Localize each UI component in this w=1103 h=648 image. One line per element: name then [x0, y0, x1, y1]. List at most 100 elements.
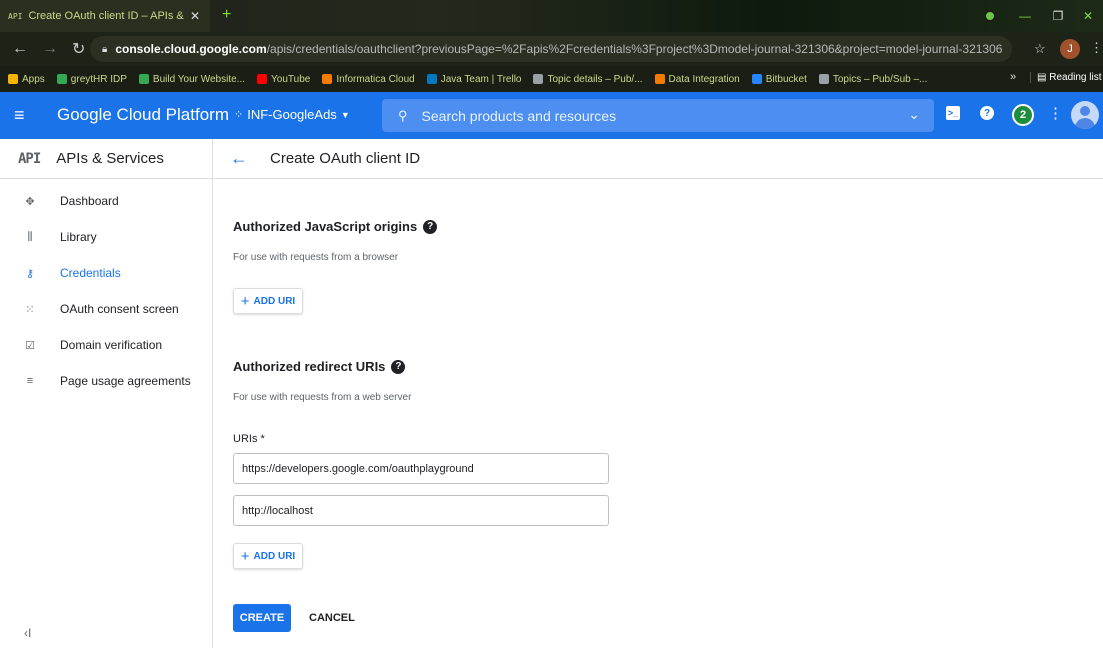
extension-icon[interactable]: [975, 0, 1005, 32]
sidebar-item-dashboard[interactable]: ✥ Dashboard: [0, 183, 212, 219]
search-icon: ⚲: [398, 107, 408, 123]
address-bar-row: ← → ↻ 🔒︎ console.cloud.google.com/apis/c…: [0, 32, 1103, 66]
bookmark-item[interactable]: YouTube: [257, 74, 310, 85]
bookmark-label: Topic details – Pub/...: [547, 73, 643, 85]
bookmark-label: Java Team | Trello: [440, 73, 522, 85]
create-button[interactable]: CREATE: [233, 604, 291, 632]
checkbox-icon: ☑: [25, 339, 35, 352]
redirect-uris-heading: Authorized redirect URIs ?: [233, 359, 406, 374]
sidebar-item-label: Credentials: [60, 266, 121, 280]
project-selector[interactable]: ⁘ INF-GoogleAds ▼: [234, 107, 350, 122]
add-js-origin-button[interactable]: + ADD URI: [233, 288, 303, 314]
lock-icon: 🔒︎: [102, 43, 108, 55]
collapse-sidebar-icon[interactable]: ‹I: [24, 626, 31, 640]
url-field[interactable]: 🔒︎ console.cloud.google.com/apis/credent…: [90, 36, 1012, 62]
url-host: console.cloud.google.com: [115, 42, 267, 56]
bookmark-label: greytHR IDP: [70, 73, 127, 85]
sidebar-item-label: Page usage agreements: [60, 374, 191, 388]
help-icon[interactable]: ?: [423, 219, 438, 234]
minimize-button[interactable]: —: [1010, 0, 1040, 32]
bookmark-item[interactable]: Java Team | Trello: [426, 73, 522, 85]
sidebar-nav: ✥ Dashboard ⫼ Library ⚷ Credentials ⁙ OAuth con…: [0, 179, 212, 399]
cancel-button[interactable]: CANCEL: [309, 604, 355, 632]
redirect-uri-field-1[interactable]: https://developers.google.com/oauthplayg…: [233, 453, 609, 484]
bookmark-star-icon[interactable]: ☆: [1034, 41, 1046, 57]
more-options-icon[interactable]: ⋮: [1048, 104, 1063, 122]
back-nav-icon[interactable]: ←: [12, 40, 30, 58]
uris-label: URIs *: [233, 433, 265, 445]
bookmark-item[interactable]: Apps: [8, 74, 45, 85]
bookmark-icon: [257, 74, 268, 84]
bookmark-item[interactable]: Topic details – Pub/...: [533, 73, 643, 85]
plus-icon: +: [240, 547, 250, 565]
sidebar-item-label: Dashboard: [60, 194, 119, 208]
bookmark-icon: [654, 74, 665, 84]
bookmark-label: Apps: [22, 73, 45, 85]
bookmark-item[interactable]: Topics – Pub/Sub –...: [818, 73, 928, 85]
sidebar-header: API APIs & Services: [0, 139, 212, 179]
new-tab-button[interactable]: +: [222, 6, 231, 24]
reload-icon[interactable]: ↻: [72, 39, 90, 59]
main-content: ← Create OAuth client ID Authorized Java…: [214, 139, 1103, 648]
browser-menu-icon[interactable]: ⋮: [1090, 40, 1103, 56]
bookmark-icon: [533, 74, 544, 84]
bookmark-icon: [138, 74, 149, 84]
help-icon[interactable]: ?: [980, 106, 994, 120]
restore-button[interactable]: ❐: [1043, 0, 1073, 32]
dashboard-icon: ✥: [25, 195, 35, 208]
bookmark-label: Topics – Pub/Sub –...: [832, 73, 928, 85]
more-bookmarks-icon[interactable]: »: [1010, 71, 1016, 83]
settings-list-icon: ≡: [26, 375, 34, 387]
sidebar-item-oauth-consent-screen[interactable]: ⁙ OAuth consent screen: [0, 291, 212, 327]
project-name: INF-GoogleAds: [247, 107, 337, 122]
sidebar-item-library[interactable]: ⫼ Library: [0, 219, 212, 255]
bookmark-item[interactable]: greytHR IDP: [56, 73, 127, 85]
bookmark-icon: [426, 74, 437, 84]
bookmark-item[interactable]: Bitbucket: [751, 74, 807, 85]
account-avatar[interactable]: [1071, 101, 1099, 129]
bookmark-icon: [8, 74, 18, 84]
bookmark-item[interactable]: Build Your Website...: [138, 73, 246, 85]
bookmark-icon: [818, 74, 829, 84]
tab-api-badge: API: [8, 11, 23, 21]
cloud-shell-icon[interactable]: >_: [946, 106, 960, 120]
tab-close-icon[interactable]: ✕: [190, 9, 200, 23]
product-title[interactable]: Google Cloud Platform: [57, 105, 229, 125]
sidebar-item-label: Library: [60, 230, 97, 244]
bookmark-label: Data Integration: [668, 73, 740, 85]
sidebar-item-credentials[interactable]: ⚷ Credentials: [0, 255, 212, 291]
sidebar-item-domain-verification[interactable]: ☑ Domain verification: [0, 327, 212, 363]
reading-list-button[interactable]: ▤ Reading list: [1030, 72, 1102, 83]
chevron-down-icon: ▼: [340, 109, 350, 120]
sidebar-item-page-usage-agreements[interactable]: ≡ Page usage agreements: [0, 363, 212, 399]
redirect-uris-hint: For use with requests from a web server: [233, 392, 412, 403]
api-logo: API: [18, 150, 41, 167]
menu-icon[interactable]: ≡: [14, 105, 25, 126]
project-icon: ⁘: [234, 109, 244, 121]
close-window-button[interactable]: ✕: [1073, 0, 1103, 32]
notifications-badge[interactable]: 2: [1012, 104, 1034, 126]
sidebar: API APIs & Services ✥ Dashboard ⫼ Library ⚷ C…: [0, 139, 213, 648]
browser-tab-strip: API Create OAuth client ID – APIs & ✕ + …: [0, 0, 1103, 32]
bookmark-item[interactable]: Data Integration: [654, 73, 740, 85]
redirect-uri-field-2[interactable]: http://localhost: [233, 495, 609, 526]
reading-list-label: Reading list: [1049, 72, 1102, 83]
sidebar-item-label: Domain verification: [60, 338, 163, 352]
search-input[interactable]: ⚲ Search products and resources ⌄: [382, 99, 934, 132]
forward-nav-icon[interactable]: →: [42, 40, 60, 58]
bookmark-label: YouTube: [271, 73, 311, 85]
page-title: Create OAuth client ID: [270, 150, 421, 167]
back-arrow-icon[interactable]: ←: [230, 148, 248, 169]
js-origins-hint: For use with requests from a browser: [233, 252, 399, 263]
add-redirect-uri-button[interactable]: + ADD URI: [233, 543, 303, 569]
reading-list-icon: ▤: [1037, 72, 1047, 83]
search-expand-icon[interactable]: ⌄: [908, 106, 920, 123]
help-icon[interactable]: ?: [391, 359, 406, 374]
browser-tab-active[interactable]: API Create OAuth client ID – APIs & ✕: [0, 0, 210, 32]
plus-icon: +: [240, 292, 250, 310]
profile-avatar[interactable]: J: [1060, 39, 1080, 59]
bookmark-item[interactable]: Informatica Cloud: [322, 74, 415, 85]
sidebar-title: APIs & Services: [56, 150, 164, 167]
bookmark-label: Build Your Website...: [152, 73, 246, 85]
tab-title: Create OAuth client ID – APIs &: [28, 10, 184, 22]
